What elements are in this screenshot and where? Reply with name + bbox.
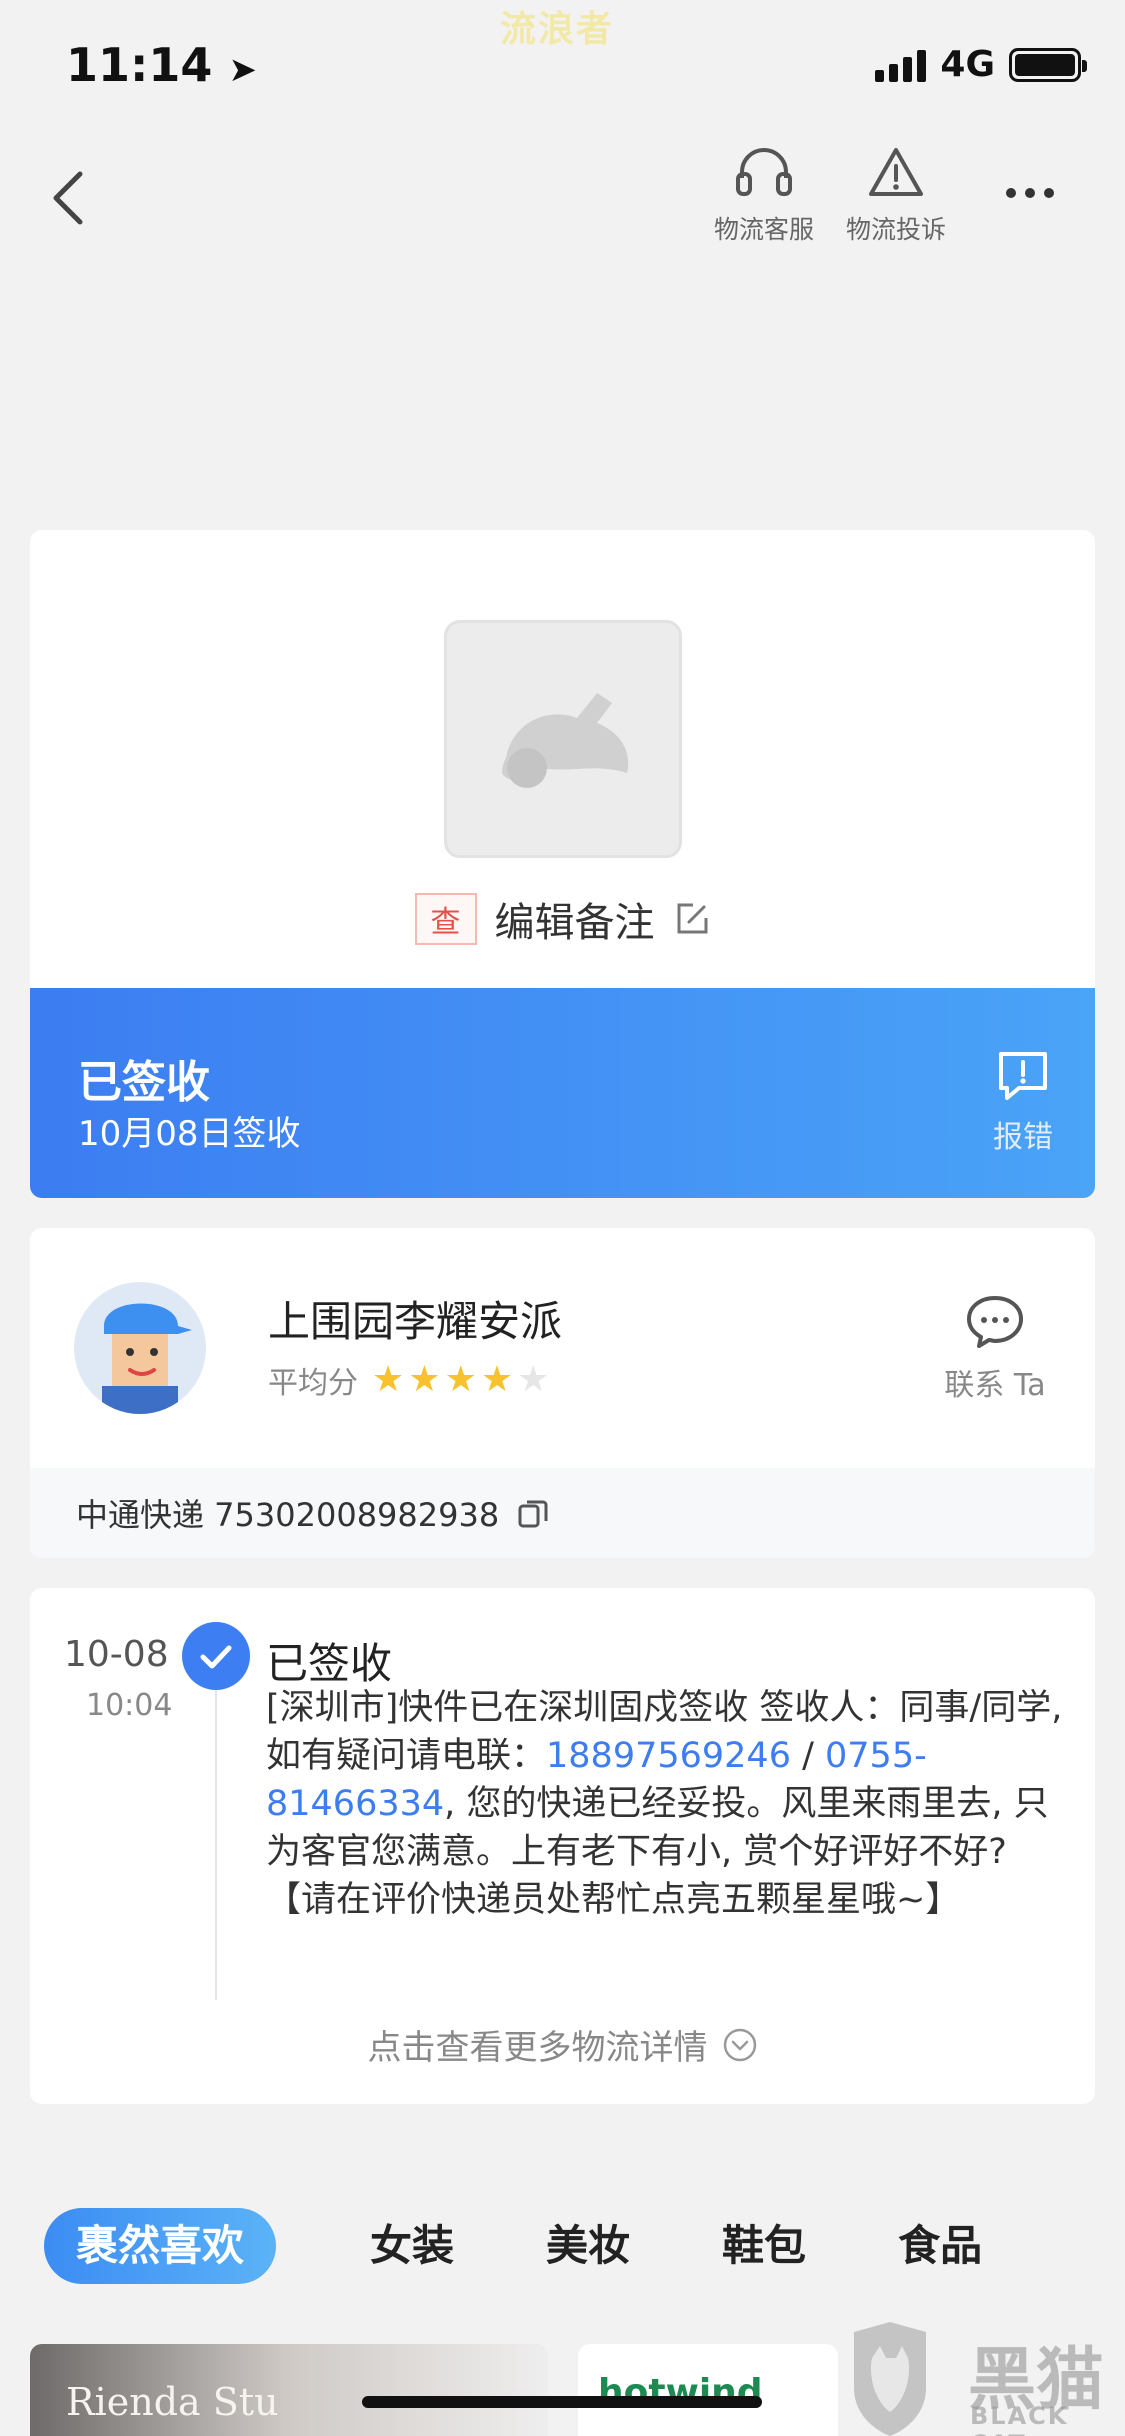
timeline-title: 已签收 [266,1639,393,1688]
contact-courier-button[interactable]: 联系 Ta [935,1294,1055,1404]
check-tag: 查 [414,893,477,945]
rating-stars: ★ ★ ★ ★ ★ [372,1362,549,1398]
tracking-number-row: 中通快递 75302008982938 [30,1468,1095,1558]
edit-icon [677,903,707,934]
tab-beauty[interactable]: 美妆 [518,2208,658,2284]
logistics-timeline-card: 10-08 10:04 已签收 [深圳市]快件已在深圳固戍签收 签收人：同事/同… [30,1588,1095,2104]
more-options-button[interactable] [1006,188,1054,198]
signal-icon [875,48,927,82]
complaint-button[interactable]: 物流投诉 [836,144,956,246]
customer-service-button[interactable]: 物流客服 [704,144,824,246]
check-circle-icon [182,1622,250,1690]
star-icon: ★ [408,1359,441,1400]
courier-cartoon-icon [102,1303,192,1414]
product-card-right[interactable]: hotwind [578,2344,838,2436]
location-arrow-icon: ➤ [228,50,257,90]
delivery-status-date: 10月08日签收 [78,1114,301,1154]
timeline-time: 10:04 [86,1688,173,1723]
chat-bubble-icon [967,1296,1023,1348]
tracking-number: 中通快递 75302008982938 [76,1496,500,1534]
courier-avatar[interactable] [74,1282,206,1414]
delivery-status-title: 已签收 [78,1057,210,1108]
chevron-left-icon [53,171,83,225]
more-details-link[interactable]: 点击查看更多物流详情 [30,2020,1095,2069]
tab-food[interactable]: 食品 [870,2208,1010,2284]
battery-icon [1009,47,1087,82]
star-icon: ★ [444,1359,477,1400]
dot-icon [1025,188,1035,198]
top-watermark: 流浪者 [500,9,615,50]
complaint-label: 物流投诉 [845,215,946,244]
courier-card: 上围园李耀安派 平均分 ★ ★ ★ ★ ★ 联系 Ta 中通快递 75302008982… [30,1228,1095,1558]
status-time: 11:14 ➤ [66,38,257,92]
headset-icon [736,148,792,196]
star-icon: ★ [480,1359,514,1400]
tab-shoes-bags[interactable]: 鞋包 [694,2208,834,2284]
tab-womens-clothing[interactable]: 女装 [342,2208,482,2284]
chevron-down-circle-icon [723,2028,756,2061]
back-button[interactable] [48,168,108,238]
delivery-status-banner: 已签收 10月08日签收 报错 [30,988,1095,1198]
courier-rating: 平均分 ★ ★ ★ ★ ★ [268,1358,549,1402]
category-tabs: 裹然喜欢 女装 美妆 鞋包 食品 [44,2208,1010,2284]
edit-note-label: 编辑备注 [494,900,655,946]
phone-separator: / [790,1736,826,1776]
edit-note-row[interactable]: 查 编辑备注 [30,890,1095,948]
more-details-label: 点击查看更多物流详情 [367,2028,708,2068]
courier-name: 上围园李耀安派 [268,1297,563,1346]
phone-link-1[interactable]: 18897569246 [546,1736,791,1776]
timeline-description: [深圳市]快件已在深圳固戍签收 签收人：同事/同学,如有疑问请电联：188975… [266,1684,1066,1924]
bird-placeholder-icon [502,693,629,788]
star-icon: ★ [517,1359,550,1400]
product-card-left[interactable]: Rienda Stu [30,2344,548,2436]
home-indicator[interactable] [362,2396,762,2408]
product-brand-left: Rienda Stu [66,2380,279,2424]
watermark-subtext: BLACK CAT [970,2402,1069,2436]
warning-icon [869,148,923,196]
product-thumbnail[interactable] [444,620,682,858]
report-error-label: 报错 [993,1120,1053,1155]
dot-icon [1006,188,1016,198]
contact-label: 联系 Ta [944,1368,1046,1403]
star-icon: ★ [372,1359,405,1400]
timeline-date: 10-08 [64,1634,169,1675]
customer-service-label: 物流客服 [713,215,814,244]
status-indicators: 4G [875,44,1087,85]
report-error-button[interactable]: 报错 [983,1048,1063,1156]
report-icon [999,1052,1047,1100]
package-card: 查 编辑备注 已签收 10月08日签收 报错 [30,530,1095,1198]
dot-icon [1044,188,1054,198]
copy-icon[interactable] [517,1497,549,1529]
timeline-connector [215,1690,217,2000]
rating-label: 平均分 [268,1366,358,1401]
tab-recommended[interactable]: 裹然喜欢 [44,2208,277,2284]
network-type: 4G [940,44,995,85]
